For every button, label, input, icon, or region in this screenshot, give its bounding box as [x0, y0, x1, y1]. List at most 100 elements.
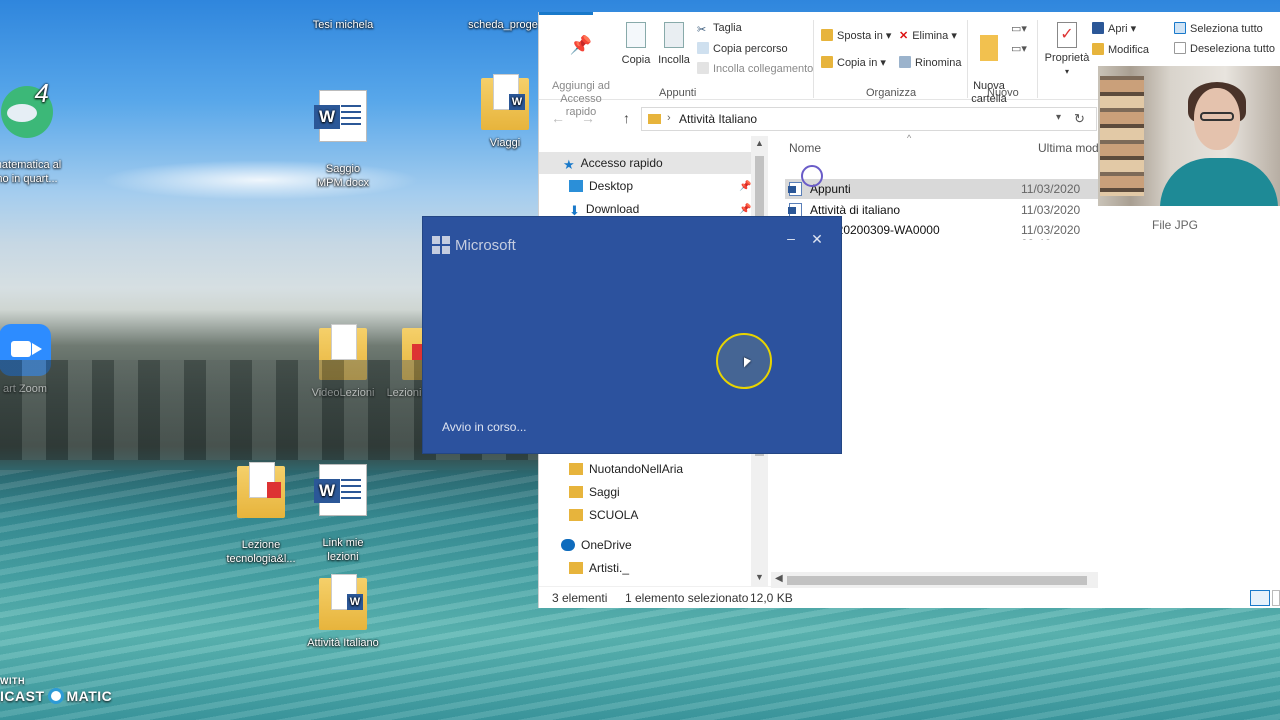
select-all-button[interactable]: Seleziona tutto [1174, 22, 1263, 35]
pin-icon: 📌 [739, 204, 752, 215]
desktop-icon-lezione-tecnologia[interactable]: Lezione tecnologia&l... [216, 452, 306, 566]
move-to-button[interactable]: Sposta in ▾ [821, 29, 891, 42]
desktop-icon-label: art Zoom [2, 383, 47, 395]
close-button[interactable]: ✕ [809, 231, 825, 247]
file-row[interactable]: Appunti 11/03/2020 [785, 179, 1099, 199]
move-folder-icon [821, 29, 833, 41]
delete-button[interactable]: ✕ Elimina ▾ [899, 29, 957, 42]
desktop-icon [569, 180, 583, 192]
copy-icon [626, 22, 646, 48]
scissors-icon: ✂ [697, 24, 707, 36]
file-name: Attività di italiano [810, 203, 901, 217]
paste-shortcut-button[interactable]: Incolla collegamento [697, 62, 813, 75]
desktop-icon-lezioni[interactable]: Lezioni [382, 328, 426, 400]
select-all-label: Seleziona tutto [1190, 23, 1263, 35]
up-arrow-icon[interactable]: ↑ [623, 110, 630, 126]
desktop-icon-link-lezioni[interactable]: Link mie lezioni [298, 450, 388, 564]
properties-check-icon: ✓ [1057, 22, 1077, 48]
nav-label: Artisti._ [589, 561, 630, 575]
office-splash-dialog: Microsoft – ✕ Avvio in corso... [423, 217, 841, 453]
word-icon [1092, 22, 1104, 34]
nav-desktop[interactable]: Desktop [569, 179, 633, 193]
status-item-count: 3 elementi [552, 591, 608, 605]
watermark-right: MATIC [66, 688, 113, 704]
desktop-icon-viaggi[interactable]: W Viaggi [460, 74, 550, 150]
zoom-icon [0, 324, 51, 376]
move-to-label: Sposta in [837, 30, 883, 42]
nav-artisti[interactable]: Artisti._ [569, 561, 629, 575]
word-file-icon [788, 203, 802, 217]
scroll-left-icon[interactable]: ◀ [775, 573, 783, 584]
copy-path-icon [697, 42, 709, 54]
desktop-icon-label: scheda_proge [468, 19, 538, 31]
scroll-up-icon[interactable]: ▲ [755, 138, 764, 148]
address-path-box[interactable]: › Attività Italiano ▾ ↻ [641, 107, 1097, 131]
back-arrow-icon[interactable]: ← [551, 110, 565, 126]
nav-label: OneDrive [581, 538, 632, 552]
bookshelf [1100, 76, 1144, 196]
desktop-icon-saggio[interactable]: Saggio MPM.docx [298, 76, 388, 190]
word-document-icon [314, 90, 367, 142]
desktop-icon-tesi[interactable]: Tesi michela [298, 4, 388, 32]
desktop-icon-label: Viaggi [489, 137, 521, 149]
ribbon-separator [967, 20, 968, 98]
deselect-all-button[interactable]: Deseleziona tutto [1174, 42, 1275, 55]
folder-icon [319, 324, 367, 380]
nav-download[interactable]: ⬇ Download [569, 202, 639, 218]
cut-button[interactable]: ✂ Taglia [697, 22, 742, 36]
nav-onedrive[interactable]: OneDrive [561, 538, 632, 552]
edit-button[interactable]: Modifica [1092, 43, 1149, 56]
open-button[interactable]: Apri ▾ [1092, 22, 1136, 35]
column-header-modified[interactable]: Ultima mod [1038, 141, 1099, 155]
scroll-thumb[interactable] [787, 576, 1087, 585]
nav-scuola[interactable]: SCUOLA [569, 508, 638, 522]
new-item-button[interactable]: ▭▾ [1011, 22, 1027, 35]
forward-arrow-icon[interactable]: → [581, 110, 595, 126]
rename-icon [899, 56, 911, 68]
new-folder-icon [980, 35, 998, 61]
desktop-icon-zoom[interactable]: art Zoom [0, 324, 70, 396]
copy-to-button[interactable]: Copia in ▾ [821, 56, 886, 69]
desktop-icon-label: Lezioni [386, 387, 422, 399]
desktop-icon-label: Lezione tecnologia&l... [226, 539, 296, 565]
nav-nuotando[interactable]: NuotandoNellAria [569, 462, 683, 476]
properties-button[interactable]: ✓ Proprietà ▾ [1043, 22, 1091, 78]
refresh-icon[interactable]: ↻ [1074, 111, 1085, 127]
folder-icon [569, 463, 583, 475]
minimize-button[interactable]: – [783, 231, 799, 247]
address-bar: ← → ↑ › Attività Italiano ▾ ↻ [539, 104, 1099, 134]
ribbon: 📌 Aggiungi ad Accesso rapido Copia Incol… [539, 12, 1099, 118]
column-header-name[interactable]: Nome [789, 141, 821, 155]
file-date: 11/03/2020 [1021, 182, 1081, 196]
desktop-icon-videolezioni[interactable]: VideoLezioni [298, 324, 388, 400]
paste-button[interactable]: Incolla [657, 22, 691, 67]
file-date: 11/03/2020 [1021, 203, 1081, 217]
rename-button[interactable]: Rinomina [899, 56, 961, 69]
rename-label: Rinomina [915, 57, 962, 69]
recorder-watermark: WITH ICAST MATIC [0, 676, 113, 704]
download-arrow-icon: ⬇ [569, 203, 580, 218]
nav-label: Accesso rapido [580, 156, 663, 170]
group-label-organize: Organizza [866, 87, 917, 99]
paste-icon [664, 22, 684, 48]
splash-status: Avvio in corso... [442, 420, 527, 434]
desktop-icon-scheda[interactable]: scheda_proge [458, 4, 548, 32]
easy-access-button[interactable]: ▭▾ [1011, 42, 1027, 55]
desktop-icon-label: Link mie lezioni [322, 537, 364, 563]
desktop-icon-attivita-italiano[interactable]: W Attività Italiano [298, 574, 388, 650]
file-date: 11/03/2020 09:46 [1021, 223, 1081, 240]
nav-quick-access[interactable]: ★ Accesso rapido [539, 152, 751, 174]
nav-label: Saggi [589, 485, 620, 499]
copy-path-label: Copia percorso [713, 43, 788, 55]
chevron-down-icon[interactable]: ▾ [1056, 112, 1061, 123]
tiles-view-icon[interactable] [1272, 590, 1280, 606]
copy-button[interactable]: Copia [621, 22, 651, 67]
nav-saggi[interactable]: Saggi [569, 485, 620, 499]
details-view-icon[interactable] [1250, 590, 1270, 606]
cut-label: Taglia [713, 22, 742, 34]
scroll-down-icon[interactable]: ▼ [755, 572, 764, 582]
folder-icon [648, 114, 661, 124]
deselect-all-label: Deseleziona tutto [1190, 43, 1275, 55]
desktop-icon-matematica[interactable]: 4 matematica al no in quart... [0, 72, 72, 186]
copy-path-button[interactable]: Copia percorso [697, 42, 788, 55]
